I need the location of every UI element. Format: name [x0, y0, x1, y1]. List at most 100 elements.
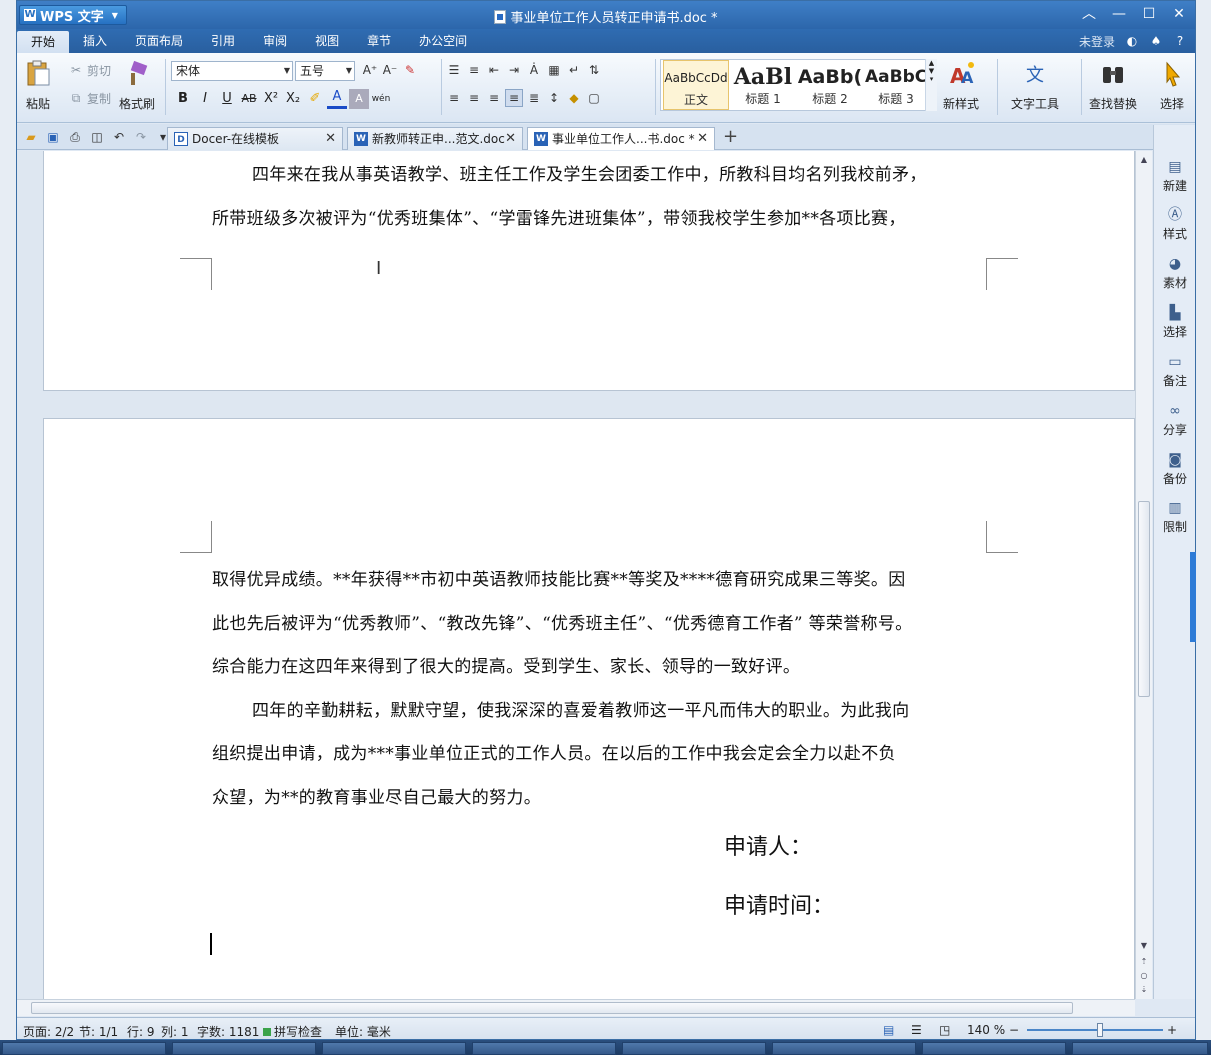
style-heading-2[interactable]: AaBb( 标题 2 — [797, 60, 863, 110]
print-preview-icon[interactable]: ◫ — [87, 128, 107, 146]
align-right-icon[interactable]: ≡ — [485, 89, 503, 107]
vertical-scrollbar[interactable]: ▲ ▼ ⇡ ○ ⇣ — [1135, 151, 1152, 999]
open-folder-icon[interactable]: ▰ — [21, 128, 41, 146]
style-normal[interactable]: AaBbCcDd 正文 — [663, 60, 729, 110]
style-heading-1[interactable]: AaBl 标题 1 — [731, 60, 795, 110]
text-direction-icon[interactable]: Ȧ — [525, 61, 543, 79]
underline-icon[interactable]: U — [217, 89, 237, 109]
taskbar-button[interactable] — [622, 1042, 766, 1055]
zoom-slider[interactable] — [1027, 1029, 1163, 1031]
taskbar-button[interactable] — [472, 1042, 616, 1055]
tab-office-space[interactable]: 办公空间 — [405, 29, 481, 53]
clear-format-icon[interactable]: ✎ — [401, 61, 419, 79]
scroll-up-icon[interactable]: ▲ — [1136, 155, 1152, 164]
line-spacing-icon[interactable]: ↕ — [545, 89, 563, 107]
cut-button[interactable]: ✂ 剪切 — [67, 61, 111, 79]
tab-view[interactable]: 视图 — [301, 29, 353, 53]
font-name-select[interactable]: 宋体 ▼ — [171, 61, 293, 81]
tab-insert[interactable]: 插入 — [69, 29, 121, 53]
taskbar-button[interactable] — [922, 1042, 1066, 1055]
paragraph-mark-icon[interactable]: ↵ — [565, 61, 583, 79]
zoom-out-icon[interactable]: − — [1009, 1023, 1019, 1037]
distribute-icon[interactable]: ≣ — [525, 89, 543, 107]
char-shading-icon[interactable]: A — [349, 89, 369, 109]
shrink-font-icon[interactable]: A⁻ — [381, 61, 399, 79]
italic-icon[interactable]: I — [195, 89, 215, 109]
zoom-level[interactable]: 140 % — [967, 1023, 1005, 1037]
find-replace-button[interactable]: 查找替换 — [1089, 59, 1137, 112]
undo-icon[interactable]: ↶ — [109, 128, 129, 146]
print-icon[interactable]: ⎙ — [65, 128, 85, 146]
highlight-icon[interactable]: ✐ — [305, 89, 325, 109]
horizontal-scrollbar[interactable] — [17, 999, 1135, 1016]
bold-icon[interactable]: B — [173, 89, 193, 109]
taskbar-button[interactable] — [2, 1042, 166, 1055]
tab-close-icon[interactable]: ✕ — [697, 128, 708, 150]
status-page[interactable]: 页面: 2/2 — [23, 1023, 74, 1039]
tab-home[interactable]: 开始 — [17, 31, 70, 53]
skin-icon[interactable]: ◐ — [1125, 34, 1139, 48]
tab-close-icon[interactable]: ✕ — [325, 128, 336, 150]
browse-object-icon[interactable]: ○ — [1136, 971, 1152, 980]
new-tab-button[interactable]: + — [723, 127, 738, 147]
scroll-thumb[interactable] — [1138, 501, 1150, 697]
grow-font-icon[interactable]: A⁺ — [361, 61, 379, 79]
prev-page-icon[interactable]: ⇡ — [1136, 957, 1152, 966]
close-button[interactable]: ✕ — [1167, 5, 1191, 23]
subscript-icon[interactable]: X₂ — [283, 89, 303, 109]
tab-close-icon[interactable]: ✕ — [505, 128, 516, 150]
numbered-list-icon[interactable]: ≡ — [465, 61, 483, 79]
task-restrict[interactable]: ▥ 限制 — [1154, 500, 1195, 535]
shirt-icon[interactable]: ♠ — [1149, 34, 1163, 48]
justify-icon[interactable]: ≡ — [505, 89, 523, 107]
zoom-in-icon[interactable]: + — [1167, 1023, 1177, 1037]
strikethrough-icon[interactable]: AB — [239, 89, 259, 109]
decrease-indent-icon[interactable]: ⇤ — [485, 61, 503, 79]
tab-references[interactable]: 引用 — [197, 29, 249, 53]
collapse-ribbon-icon[interactable]: ︿ — [1077, 5, 1101, 23]
web-view-icon[interactable]: ◳ — [939, 1023, 950, 1037]
doc-tab-current[interactable]: W 事业单位工作人...书.doc * ✕ — [527, 127, 715, 150]
tab-review[interactable]: 审阅 — [249, 29, 301, 53]
taskbar-button[interactable] — [322, 1042, 466, 1055]
format-painter-button[interactable]: 格式刷 — [119, 59, 155, 112]
doc-tab-docer[interactable]: D Docer-在线模板 ✕ — [167, 127, 343, 150]
scroll-down-icon[interactable]: ▼ — [1136, 941, 1152, 950]
status-word-count[interactable]: 字数: 1181 — [197, 1023, 259, 1039]
taskbar-button[interactable] — [172, 1042, 316, 1055]
border-icon[interactable]: ▢ — [585, 89, 603, 107]
bullet-list-icon[interactable]: ☰ — [445, 61, 463, 79]
task-new[interactable]: ▤ 新建 — [1154, 159, 1195, 194]
text-tools-button[interactable]: 文 文字工具 — [1011, 59, 1059, 112]
superscript-icon[interactable]: X² — [261, 89, 281, 109]
task-select[interactable]: ▙ 选择 — [1154, 305, 1195, 340]
align-center-icon[interactable]: ≡ — [465, 89, 483, 107]
paste-button[interactable]: 粘贴 — [23, 59, 53, 112]
taskbar-button[interactable] — [1072, 1042, 1208, 1055]
tab-page-layout[interactable]: 页面布局 — [121, 29, 197, 53]
sort-icon[interactable]: ⇅ — [585, 61, 603, 79]
minimize-button[interactable]: — — [1107, 5, 1131, 23]
redo-icon[interactable]: ↷ — [131, 128, 151, 146]
align-left-icon[interactable]: ≡ — [445, 89, 463, 107]
shading-icon[interactable]: ◆ — [565, 89, 583, 107]
save-icon[interactable]: ▣ — [43, 128, 63, 146]
select-button[interactable]: 选择 — [1157, 59, 1187, 112]
page-view-icon[interactable]: ▤ — [883, 1023, 894, 1037]
help-icon[interactable]: ? — [1173, 34, 1187, 48]
increase-indent-icon[interactable]: ⇥ — [505, 61, 523, 79]
task-material[interactable]: ◕ 素材 — [1154, 256, 1195, 291]
tab-chapter[interactable]: 章节 — [353, 29, 405, 53]
task-comment[interactable]: ▭ 备注 — [1154, 354, 1195, 389]
table-icon[interactable]: ▦ — [545, 61, 563, 79]
style-heading-3[interactable]: AaBbC 标题 3 — [865, 60, 927, 110]
task-share[interactable]: ∞ 分享 — [1154, 403, 1195, 438]
outline-view-icon[interactable]: ☰ — [911, 1023, 922, 1037]
taskbar-button[interactable] — [772, 1042, 916, 1055]
new-style-button[interactable]: AA 新样式 — [943, 59, 979, 112]
font-size-select[interactable]: 五号 ▼ — [295, 61, 355, 81]
styles-scroll[interactable]: ▲ ▼ ▾ — [925, 59, 937, 111]
zoom-slider-knob[interactable] — [1097, 1023, 1103, 1037]
copy-button[interactable]: ⧉ 复制 — [67, 89, 111, 107]
phonetic-guide-icon[interactable]: wén — [371, 89, 391, 109]
